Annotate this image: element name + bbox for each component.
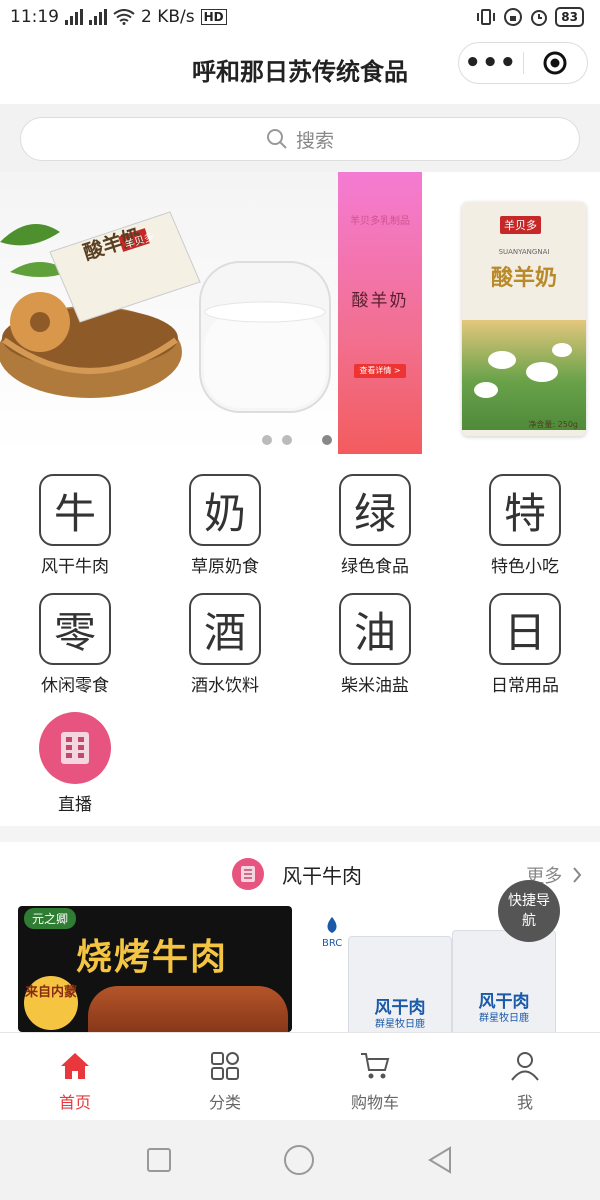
alarm-icon — [531, 10, 548, 26]
tab-category[interactable]: 分类 — [150, 1033, 300, 1120]
snack-glyph-icon: 零 — [39, 593, 111, 665]
home-icon — [61, 1053, 89, 1079]
category-label: 绿色食品 — [341, 557, 409, 577]
promo-title: 酸羊奶 — [351, 291, 409, 311]
category-label: 特色小吃 — [491, 557, 559, 577]
category-label: 直播 — [58, 795, 92, 815]
grid-icon — [211, 1052, 239, 1080]
product-image — [88, 986, 288, 1032]
recent-apps-icon[interactable] — [146, 1147, 172, 1173]
category-groceries[interactable]: 油 柴米油盐 — [315, 593, 435, 696]
product-title: 烧烤牛肉 — [76, 937, 229, 978]
banner-promo-panel[interactable]: 羊贝多乳制品 酸羊奶 查看详情 > — [338, 172, 422, 454]
bag-sub: 群星牧日鹿 — [375, 1019, 425, 1030]
signal-2g-icon — [89, 9, 107, 25]
home-circle-icon[interactable] — [283, 1144, 315, 1176]
search-placeholder: 搜索 — [295, 129, 334, 152]
vibrate-icon — [477, 9, 496, 25]
clock: 11:19 — [10, 7, 59, 27]
category-beef[interactable]: 牛 风干牛肉 — [15, 474, 135, 577]
status-bar: 11:19 2 KB/s HD 83 — [0, 0, 600, 34]
mini-program-capsule: ••• — [458, 42, 588, 84]
category-label: 风干牛肉 — [41, 557, 109, 577]
pack-weight: 净含量: 250g — [528, 420, 578, 429]
nav-bar: 呼和那日苏传统食品 ••• — [0, 34, 600, 104]
category-label: 草原奶食 — [191, 557, 259, 577]
category-daily-goods[interactable]: 日 日常用品 — [465, 593, 585, 696]
quick-nav-button[interactable]: 快捷导航 — [498, 880, 560, 942]
product-brand-badge: 元之卿 — [24, 908, 77, 929]
category-green-food[interactable]: 绿 绿色食品 — [315, 474, 435, 577]
wine-glyph-icon: 酒 — [189, 593, 261, 665]
category-label: 休闲零食 — [41, 676, 109, 696]
oil-glyph-icon: 油 — [339, 593, 411, 665]
green-glyph-icon: 绿 — [339, 474, 411, 546]
user-icon — [511, 1052, 539, 1081]
tab-label: 购物车 — [350, 1093, 399, 1112]
pack-sub: SUANYANGNAI — [498, 248, 550, 256]
search-input[interactable]: 搜索 — [20, 117, 580, 161]
live-stream-icon — [39, 712, 111, 784]
carousel-dot-active — [322, 435, 332, 445]
special-glyph-icon: 特 — [489, 474, 561, 546]
bottom-tab-bar: 首页 分类 购物车 我 — [0, 1032, 600, 1120]
section-title: 风干牛肉 — [282, 864, 362, 888]
category-dairy[interactable]: 奶 草原奶食 — [165, 474, 285, 577]
product-bag-front: 风干肉 群星牧日鹿 — [348, 936, 452, 1032]
lock-rotation-icon — [504, 8, 523, 26]
section-book-icon — [232, 858, 264, 890]
tab-label: 分类 — [208, 1093, 241, 1112]
signal-4g-icon — [65, 9, 83, 25]
tab-home[interactable]: 首页 — [0, 1033, 150, 1120]
promo-brand: 羊贝多乳制品 — [350, 216, 410, 227]
product-card-bbq-beef[interactable]: 元之卿 烧烤牛肉 来自内蒙 — [18, 906, 292, 1032]
carousel-dots — [262, 435, 332, 445]
carousel-dot — [302, 435, 312, 445]
beef-glyph-icon: 牛 — [39, 474, 111, 546]
tab-label: 首页 — [58, 1093, 91, 1112]
more-dots-icon[interactable]: ••• — [459, 50, 523, 76]
category-label: 日常用品 — [491, 676, 559, 696]
section-divider — [0, 826, 600, 842]
banner-carousel[interactable]: 酸羊奶 羊贝多 羊贝多乳制品 酸羊奶 查看详情 > 羊贝多 SUANYANGNA… — [0, 172, 600, 454]
bag-sub: 群星牧日鹿 — [479, 1013, 529, 1024]
search-icon — [266, 129, 287, 149]
category-label: 柴米油盐 — [341, 676, 409, 696]
chevron-right-icon — [573, 867, 582, 883]
yogurt-pack: 羊贝多 SUANYANGNAI 酸羊奶 净含量: 250g — [462, 202, 586, 436]
system-nav-bar — [0, 1120, 600, 1200]
product-card-dried-meat[interactable]: BRC 风干肉 群星牧日鹿 风干肉 群星牧日鹿 — [318, 906, 600, 1032]
hd-icon: HD — [200, 9, 227, 25]
net-speed: 2 KB/s — [141, 7, 195, 27]
promo-detail-button[interactable]: 查看详情 > — [354, 364, 406, 378]
carousel-dot — [262, 435, 272, 445]
search-area: 搜索 — [0, 104, 600, 172]
tab-label: 我 — [516, 1093, 533, 1112]
category-drinks[interactable]: 酒 酒水饮料 — [165, 593, 285, 696]
category-snacks-special[interactable]: 特 特色小吃 — [465, 474, 585, 577]
category-casual-snacks[interactable]: 零 休闲零食 — [15, 593, 135, 696]
brc-logo: BRC — [322, 916, 342, 950]
carousel-dot — [282, 435, 292, 445]
brc-label: BRC — [322, 938, 343, 949]
daily-glyph-icon: 日 — [489, 593, 561, 665]
tab-cart[interactable]: 购物车 — [300, 1033, 450, 1120]
banner-image-pack: 羊贝多 SUANYANGNAI 酸羊奶 净含量: 250g — [422, 172, 600, 454]
wifi-icon — [113, 9, 135, 25]
pack-scene-illustration — [462, 320, 586, 430]
origin-badge: 来自内蒙 — [24, 976, 78, 1030]
banner-image-milk: 酸羊奶 羊贝多 — [0, 172, 338, 454]
back-triangle-icon[interactable] — [426, 1146, 454, 1174]
target-icon[interactable] — [524, 50, 588, 76]
battery-indicator: 83 — [555, 7, 584, 27]
category-label: 酒水饮料 — [191, 676, 259, 696]
tab-me[interactable]: 我 — [450, 1033, 600, 1120]
pack-brand: 羊贝多 — [500, 216, 541, 234]
product-bag-back: 风干肉 群星牧日鹿 — [452, 930, 556, 1032]
dairy-glyph-icon: 奶 — [189, 474, 261, 546]
pack-title: 酸羊奶 — [490, 266, 557, 291]
category-live[interactable]: 直播 — [15, 712, 135, 815]
cart-icon — [361, 1053, 390, 1079]
